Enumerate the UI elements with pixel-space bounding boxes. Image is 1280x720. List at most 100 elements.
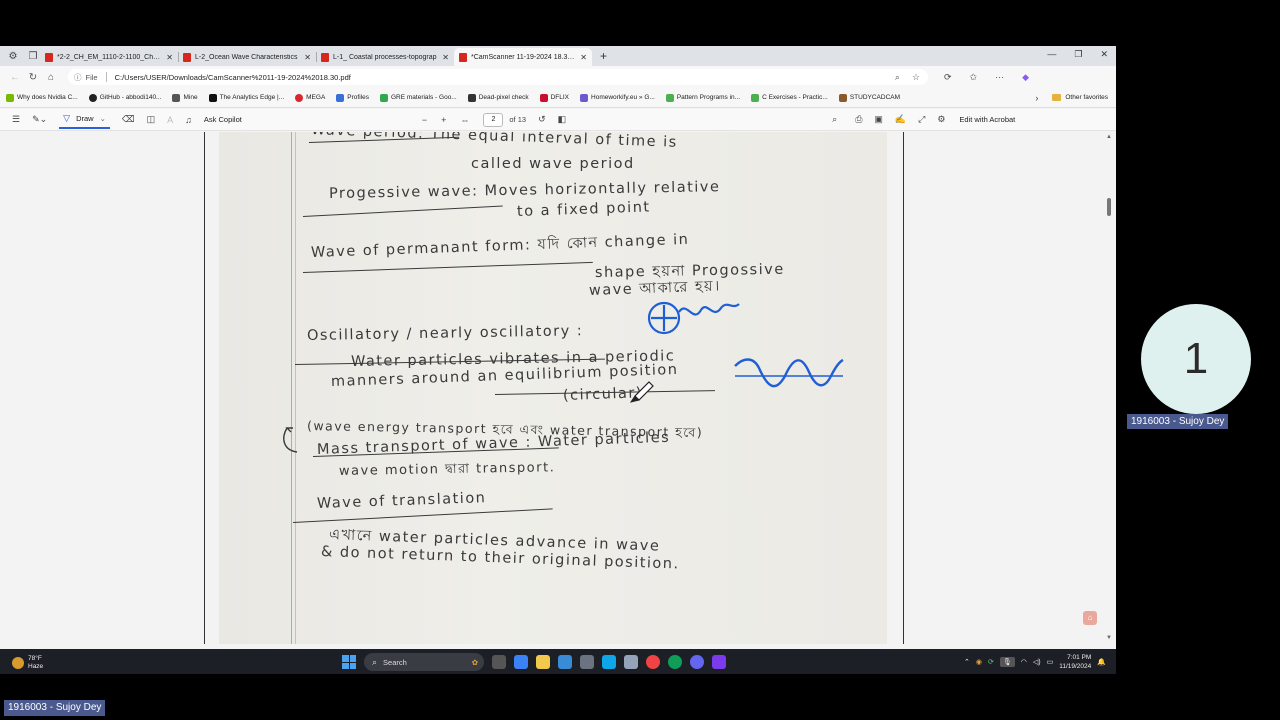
zoom-out-icon[interactable]: − bbox=[422, 115, 427, 125]
bookmark-item[interactable]: GitHub - abbodi140... bbox=[88, 93, 161, 102]
task-view-icon[interactable] bbox=[492, 655, 506, 669]
text-icon[interactable]: A bbox=[167, 115, 173, 125]
bookmark-item[interactable]: GRE materials - Goo... bbox=[379, 93, 457, 102]
draw-button[interactable]: ▽ Draw ⌄ bbox=[59, 111, 110, 129]
settings-gear-icon[interactable]: ⚙ bbox=[937, 114, 945, 125]
info-icon[interactable]: ⓘ bbox=[74, 72, 82, 83]
page-view-icon[interactable]: ◫ bbox=[147, 114, 156, 125]
home-icon[interactable]: ⌂ bbox=[42, 72, 60, 83]
copilot-icon[interactable]: ◆ bbox=[1022, 72, 1029, 83]
bookmark-item[interactable]: DFLIX bbox=[539, 93, 569, 102]
minimize-icon[interactable]: — bbox=[1047, 49, 1056, 60]
save-icon[interactable]: ▣ bbox=[874, 114, 883, 125]
browser-tab[interactable]: *2-2_CH_EM_1110-2-1100_Ch_01 ✕ bbox=[40, 48, 178, 66]
extensions-icon[interactable]: ⟳ bbox=[944, 72, 952, 83]
bookmark-item[interactable]: STUDYCADCAM bbox=[838, 93, 900, 102]
restore-icon[interactable]: ❐ bbox=[1074, 49, 1082, 60]
favorite-star-icon[interactable]: ☆ bbox=[912, 72, 920, 83]
tab-strip: ⚙ ❐ *2-2_CH_EM_1110-2-1100_Ch_01 ✕ L-2_O… bbox=[0, 46, 1116, 66]
taskbar-search[interactable]: ⌕ Search ✿ bbox=[364, 653, 484, 671]
reload-icon[interactable]: ↻ bbox=[24, 72, 42, 83]
edge-icon[interactable] bbox=[668, 655, 682, 669]
store-icon[interactable] bbox=[602, 655, 616, 669]
file-explorer-icon[interactable] bbox=[536, 655, 550, 669]
erase-icon[interactable]: ⌫ bbox=[122, 114, 135, 125]
weather-widget[interactable]: 78°F Haze bbox=[12, 655, 43, 671]
fit-page-icon[interactable]: ⇔ bbox=[460, 115, 469, 125]
scrollbar-thumb[interactable] bbox=[1107, 198, 1111, 216]
back-icon[interactable]: ← bbox=[6, 72, 24, 83]
bookmark-item[interactable]: The Analytics Edge |... bbox=[208, 93, 284, 102]
two-page-icon[interactable]: ◧ bbox=[558, 114, 567, 125]
battery-icon[interactable]: ▭ bbox=[1047, 658, 1054, 666]
favorites-icon[interactable]: ✩ bbox=[970, 72, 978, 83]
participant-avatar[interactable]: 1 bbox=[1141, 304, 1251, 414]
tray-sync-icon[interactable]: ⟳ bbox=[988, 658, 994, 666]
settings-app-icon[interactable] bbox=[580, 655, 594, 669]
browser-tab-active[interactable]: *CamScanner 11-19-2024 18.30.p ✕ bbox=[454, 48, 592, 66]
bookmark-label: C Exercises - Practic... bbox=[762, 94, 828, 101]
chevron-down-icon[interactable]: ⌄ bbox=[100, 114, 106, 123]
system-tray: ⌃ ◉ ⟳ 🎙 ◠ ◁) ▭ 7:01 PM 11/19/2024 🔔 bbox=[964, 653, 1106, 671]
close-tab-icon[interactable]: ✕ bbox=[442, 53, 449, 62]
fullscreen-icon[interactable]: ⤢ bbox=[918, 114, 925, 125]
tray-app-icon[interactable]: ◉ bbox=[976, 658, 982, 666]
ink-annotations bbox=[283, 301, 844, 453]
chrome-icon[interactable] bbox=[646, 655, 660, 669]
snipping-tool-icon[interactable] bbox=[558, 655, 572, 669]
bookmark-item[interactable]: Homeworkify.eu » G... bbox=[580, 93, 655, 102]
bookmark-item[interactable]: Pattern Programs in... bbox=[665, 93, 740, 102]
clock[interactable]: 7:01 PM 11/19/2024 bbox=[1059, 653, 1091, 671]
zoom-icon[interactable]: ⌕ bbox=[895, 72, 900, 83]
bookmark-item[interactable]: Why does Nvidia C... bbox=[6, 93, 78, 102]
zoom-in-icon[interactable]: + bbox=[441, 115, 446, 125]
volume-icon[interactable]: ◁) bbox=[1033, 658, 1041, 666]
save-as-icon[interactable]: ✍ bbox=[895, 114, 906, 125]
workspaces-icon[interactable]: ⚙ bbox=[6, 49, 20, 63]
print-icon[interactable]: ⎙ bbox=[855, 114, 862, 125]
tab-actions-icon[interactable]: ❐ bbox=[26, 49, 40, 63]
ask-copilot-button[interactable]: Ask Copilot bbox=[204, 115, 242, 124]
close-tab-icon[interactable]: ✕ bbox=[304, 53, 311, 62]
start-windows-icon[interactable] bbox=[342, 655, 356, 669]
microphone-icon[interactable]: 🎙 bbox=[999, 657, 1015, 667]
contents-icon[interactable]: ☰ bbox=[12, 114, 20, 125]
search-icon[interactable]: ⌕ bbox=[832, 114, 837, 125]
bookmark-label: GRE materials - Goo... bbox=[390, 94, 457, 101]
read-aloud-icon[interactable]: ♫ bbox=[185, 115, 192, 125]
close-tab-icon[interactable]: ✕ bbox=[580, 53, 587, 62]
bookmark-item[interactable]: C Exercises - Practic... bbox=[751, 93, 828, 102]
highlight-icon[interactable]: ✎⌄ bbox=[32, 114, 47, 125]
teams-icon[interactable] bbox=[712, 655, 726, 669]
chevron-right-icon[interactable]: › bbox=[1035, 93, 1038, 103]
more-menu-icon[interactable]: ··· bbox=[995, 72, 1004, 83]
rotate-icon[interactable]: ↺ bbox=[538, 114, 546, 125]
photos-icon[interactable] bbox=[624, 655, 638, 669]
pdf-toolbar: ☰ ✎⌄ ▽ Draw ⌄ ⌫ ◫ A ♫ Ask Copilot − + ⇔ … bbox=[0, 109, 1116, 131]
vertical-scrollbar[interactable]: ▲ ▼ bbox=[1104, 132, 1114, 644]
notifications-icon[interactable]: 🔔 bbox=[1097, 658, 1106, 666]
tab-title: *CamScanner 11-19-2024 18.30.p bbox=[471, 53, 577, 61]
browser-tab[interactable]: L-1_ Coastal processes-topograp ✕ bbox=[316, 48, 454, 66]
pdf-badge-icon[interactable]: ⌂ bbox=[1083, 611, 1097, 625]
other-favorites-label: Other favorites bbox=[1065, 94, 1108, 101]
new-tab-icon[interactable]: + bbox=[600, 49, 607, 63]
copilot-app-icon[interactable] bbox=[514, 655, 528, 669]
page-count: of 13 bbox=[509, 115, 527, 124]
bookmark-item[interactable]: Dead-pixel check bbox=[467, 93, 529, 102]
meeting-app-icon[interactable] bbox=[690, 655, 704, 669]
address-input[interactable]: ⓘ File C:/Users/USER/Downloads/CamScanne… bbox=[68, 69, 928, 85]
other-favorites[interactable]: Other favorites bbox=[1052, 94, 1108, 101]
browser-tab[interactable]: L-2_Ocean Wave Characteristics ✕ bbox=[178, 48, 316, 66]
page-number-input[interactable]: 2 bbox=[483, 112, 504, 127]
tray-chevron-icon[interactable]: ⌃ bbox=[964, 658, 970, 666]
edit-with-acrobat-button[interactable]: Edit with Acrobat bbox=[959, 115, 1015, 124]
close-tab-icon[interactable]: ✕ bbox=[166, 53, 173, 62]
bookmark-item[interactable]: Profiles bbox=[336, 93, 369, 102]
wifi-icon[interactable]: ◠ bbox=[1021, 658, 1027, 666]
bookmark-item[interactable]: MEGA bbox=[295, 93, 325, 102]
close-window-icon[interactable]: ✕ bbox=[1100, 49, 1108, 60]
windows-taskbar: 78°F Haze ⌕ Search ✿ ⌃ ◉ ⟳ 🎙 ◠ ◁) ▭ 7:01… bbox=[0, 649, 1116, 674]
bookmark-item[interactable]: Mine bbox=[172, 93, 198, 102]
pdf-viewport[interactable]: Wave period: The equal interval of time … bbox=[0, 132, 1116, 644]
